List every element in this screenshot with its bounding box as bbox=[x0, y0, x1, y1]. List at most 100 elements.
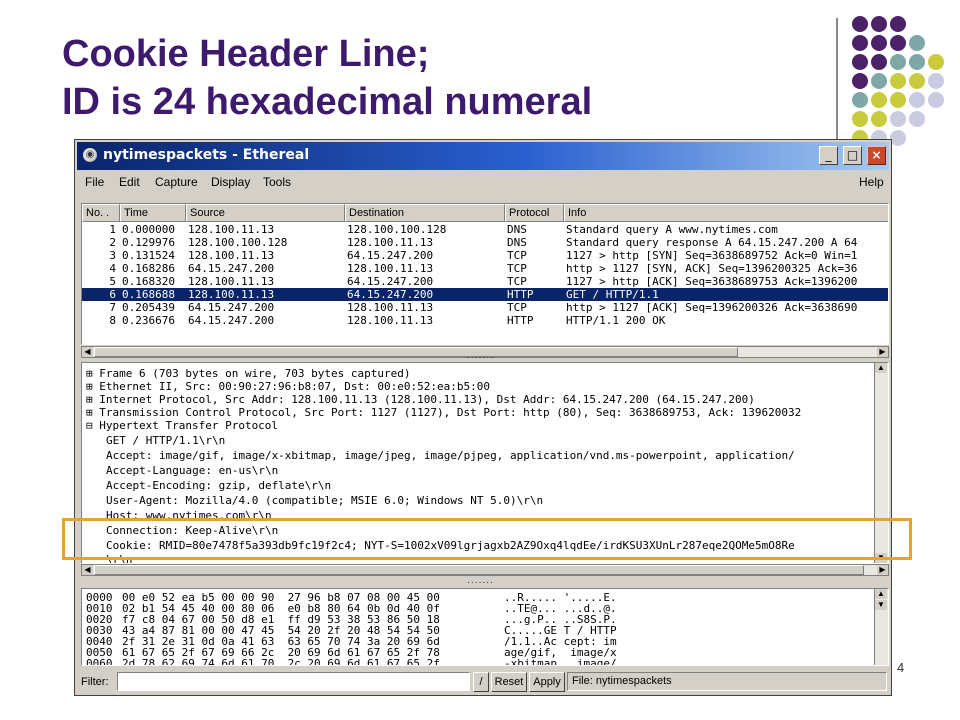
decorative-dot bbox=[909, 92, 925, 108]
packet-list-scroll-thumb[interactable] bbox=[94, 347, 738, 357]
details-scroll-thumb[interactable] bbox=[94, 565, 864, 575]
window-titlebar[interactable]: ◉ nytimespackets - Ethereal _ □ × bbox=[77, 142, 889, 170]
packet-details[interactable]: ⊞ Frame 6 (703 bytes on wire, 703 bytes … bbox=[81, 362, 889, 564]
scroll-right-icon[interactable]: ▶ bbox=[877, 347, 888, 357]
packet-row[interactable]: 4 0.168286 64.15.247.200 128.100.11.13 TCP ht… bbox=[82, 262, 888, 275]
decorative-dot bbox=[871, 73, 887, 89]
packet-cell-protocol: DNS bbox=[507, 236, 527, 249]
http-accept-language[interactable]: Accept-Language: en-us\r\n bbox=[106, 464, 278, 477]
packet-cell-no: 3 bbox=[109, 249, 116, 262]
page-number: 4 bbox=[897, 660, 905, 675]
menu-help[interactable]: Help bbox=[859, 175, 884, 189]
packet-cell-no: 2 bbox=[109, 236, 116, 249]
decorative-dot bbox=[890, 111, 906, 127]
packet-cell-no: 6 bbox=[109, 288, 116, 301]
packet-cell-destination: 64.15.247.200 bbox=[347, 288, 434, 301]
decorative-dot-grid bbox=[852, 16, 944, 146]
http-accept-encoding[interactable]: Accept-Encoding: gzip, deflate\r\n bbox=[106, 479, 331, 492]
scroll-right-icon[interactable]: ▶ bbox=[877, 565, 888, 575]
column-header-time[interactable]: Time bbox=[120, 204, 186, 222]
packet-list-header: No. . Time Source Destination Protocol I… bbox=[82, 204, 888, 222]
decorative-dot bbox=[909, 111, 925, 127]
packet-cell-info: HTTP/1.1 200 OK bbox=[566, 314, 666, 327]
slide-title: Cookie Header Line; ID is 24 hexadecimal… bbox=[62, 30, 592, 126]
status-text: File: nytimespackets bbox=[567, 672, 887, 691]
packet-list[interactable]: No. . Time Source Destination Protocol I… bbox=[81, 203, 889, 345]
packet-row[interactable]: 6 0.168688 128.100.11.13 64.15.247.200 HTTP G… bbox=[82, 288, 888, 301]
packet-row[interactable]: 8 0.236676 64.15.247.200 128.100.11.13 HTTP H… bbox=[82, 314, 888, 327]
slide-title-line-1: Cookie Header Line; bbox=[62, 33, 430, 75]
packet-cell-info: 1127 > http [ACK] Seq=3638689753 Ack=139… bbox=[566, 275, 858, 288]
column-header-source[interactable]: Source bbox=[186, 204, 345, 222]
packet-cell-source: 64.15.247.200 bbox=[188, 262, 275, 275]
scroll-left-icon[interactable]: ◀ bbox=[82, 565, 93, 575]
menu-capture[interactable]: Capture bbox=[155, 175, 198, 189]
column-header-destination[interactable]: Destination bbox=[345, 204, 505, 222]
packet-row[interactable]: 5 0.168320 128.100.11.13 64.15.247.200 TCP 11… bbox=[82, 275, 888, 288]
scroll-up-icon[interactable]: ▲ bbox=[875, 363, 887, 373]
packet-cell-destination: 128.100.11.13 bbox=[347, 236, 434, 249]
menu-file[interactable]: File bbox=[85, 175, 104, 189]
packet-cell-time: 0.236676 bbox=[122, 314, 175, 327]
http-host[interactable]: Host: www.nytimes.com\r\n bbox=[106, 509, 272, 522]
packet-cell-no: 4 bbox=[109, 262, 116, 275]
packet-cell-protocol: TCP bbox=[507, 301, 527, 314]
tree-item-http[interactable]: ⊟ Hypertext Transfer Protocol bbox=[86, 419, 278, 432]
tree-item-ip[interactable]: ⊞ Internet Protocol, Src Addr: 128.100.1… bbox=[86, 393, 755, 406]
menu-display[interactable]: Display bbox=[211, 175, 250, 189]
http-connection[interactable]: Connection: Keep-Alive\r\n bbox=[106, 524, 278, 537]
hex-vscrollbar[interactable]: ▲ ▼ bbox=[874, 589, 888, 665]
minimize-button[interactable]: _ bbox=[819, 146, 838, 165]
hex-dump[interactable]: 0000 00 e0 52 ea b5 00 00 90 27 96 b8 07 … bbox=[81, 588, 889, 666]
reset-button[interactable]: Reset bbox=[491, 672, 527, 692]
packet-cell-destination: 128.100.11.13 bbox=[347, 262, 434, 275]
column-header-info[interactable]: Info bbox=[564, 204, 888, 222]
decorative-dot bbox=[871, 16, 887, 32]
app-icon: ◉ bbox=[83, 148, 97, 162]
details-hscrollbar[interactable]: ◀ ▶ bbox=[81, 564, 889, 576]
maximize-button[interactable]: □ bbox=[843, 146, 862, 165]
tree-item-frame[interactable]: ⊞ Frame 6 (703 bytes on wire, 703 bytes … bbox=[86, 367, 411, 380]
http-user-agent[interactable]: User-Agent: Mozilla/4.0 (compatible; MSI… bbox=[106, 494, 543, 507]
scroll-down-icon[interactable]: ▼ bbox=[875, 600, 887, 610]
pane-splitter-2[interactable]: ....... bbox=[467, 576, 494, 586]
packet-cell-destination: 64.15.247.200 bbox=[347, 275, 434, 288]
title-divider bbox=[836, 18, 838, 153]
decorative-dot bbox=[909, 73, 925, 89]
packet-row[interactable]: 7 0.205439 64.15.247.200 128.100.11.13 TCP ht… bbox=[82, 301, 888, 314]
packet-cell-source: 64.15.247.200 bbox=[188, 301, 275, 314]
window-title: nytimespackets - Ethereal bbox=[103, 147, 310, 163]
pane-splitter-1[interactable]: ....... bbox=[467, 351, 494, 361]
filter-clear-button[interactable]: / bbox=[473, 672, 489, 692]
http-cookie[interactable]: Cookie: RMID=80e7478f5a393db9fc19f2c4; N… bbox=[106, 539, 795, 552]
scroll-up-icon[interactable]: ▲ bbox=[875, 589, 887, 599]
packet-cell-destination: 64.15.247.200 bbox=[347, 249, 434, 262]
close-button[interactable]: × bbox=[867, 146, 886, 165]
decorative-dot bbox=[909, 35, 925, 51]
decorative-dot bbox=[852, 35, 868, 51]
tree-item-ethernet[interactable]: ⊞ Ethernet II, Src: 00:90:27:96:b8:07, D… bbox=[86, 380, 490, 393]
decorative-dot bbox=[871, 54, 887, 70]
apply-button[interactable]: Apply bbox=[529, 672, 565, 692]
column-header-no[interactable]: No. . bbox=[82, 204, 120, 222]
tree-item-tcp[interactable]: ⊞ Transmission Control Protocol, Src Por… bbox=[86, 406, 801, 419]
http-request-line[interactable]: GET / HTTP/1.1\r\n bbox=[106, 434, 225, 447]
scroll-left-icon[interactable]: ◀ bbox=[82, 347, 93, 357]
packet-row[interactable]: 3 0.131524 128.100.11.13 64.15.247.200 TCP 11… bbox=[82, 249, 888, 262]
packet-row[interactable]: 1 0.000000 128.100.11.13 128.100.100.128 DNS… bbox=[82, 223, 888, 236]
details-vscrollbar[interactable]: ▲ ▼ bbox=[874, 363, 888, 563]
menu-edit[interactable]: Edit bbox=[119, 175, 140, 189]
packet-cell-time: 0.168320 bbox=[122, 275, 175, 288]
scroll-down-icon[interactable]: ▼ bbox=[875, 553, 887, 563]
packet-cell-time: 0.168286 bbox=[122, 262, 175, 275]
packet-row[interactable]: 2 0.129976 128.100.100.128 128.100.11.13 DNS… bbox=[82, 236, 888, 249]
http-accept[interactable]: Accept: image/gif, image/x-xbitmap, imag… bbox=[106, 449, 795, 462]
packet-cell-info: http > 1127 [ACK] Seq=1396200326 Ack=363… bbox=[566, 301, 858, 314]
packet-cell-destination: 128.100.11.13 bbox=[347, 314, 434, 327]
decorative-dot bbox=[852, 111, 868, 127]
packet-cell-destination: 128.100.100.128 bbox=[347, 223, 447, 236]
filter-input[interactable] bbox=[117, 672, 470, 691]
column-header-protocol[interactable]: Protocol bbox=[505, 204, 564, 222]
menu-tools[interactable]: Tools bbox=[263, 175, 291, 189]
http-crlf[interactable]: \r\n bbox=[106, 553, 133, 563]
